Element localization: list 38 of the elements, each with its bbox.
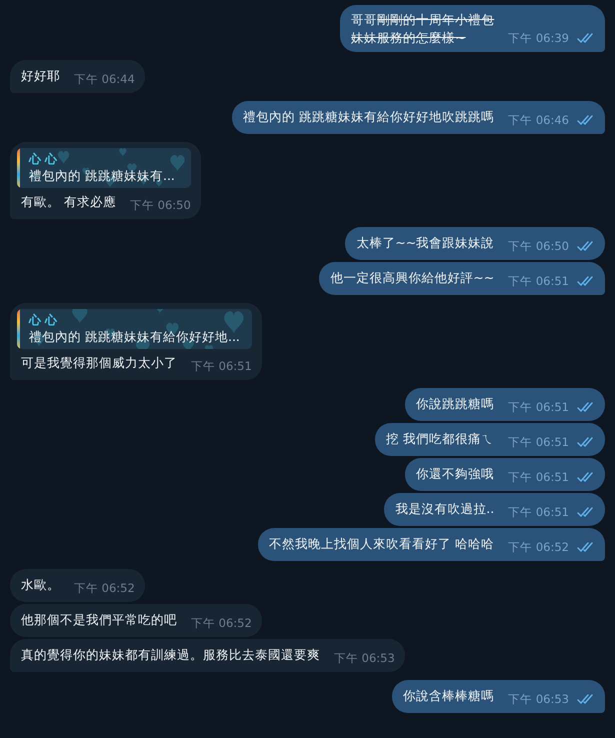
message-text: 不然我晚上找個人來吹看看好了 哈哈哈	[269, 535, 494, 553]
quote-text: 禮包內的 跳跳糖妹妹有...	[29, 167, 176, 185]
message-time: 下午 06:52	[74, 580, 135, 597]
message-text: 好好耶	[21, 67, 60, 85]
message-time: 下午 06:51	[508, 434, 569, 451]
quote-text: 禮包內的 跳跳糖妹妹有給你好好地...	[29, 328, 241, 346]
message-time: 下午 06:39	[508, 30, 569, 47]
message-text: 我是沒有吹過拉..	[395, 500, 494, 518]
message-text: 你說跳跳糖嗎	[416, 395, 494, 413]
message-time: 下午 06:46	[508, 112, 569, 129]
message-time: 下午 06:52	[191, 615, 252, 632]
message-text: 水歐。	[21, 576, 60, 594]
quote-author: 心 心	[29, 312, 58, 328]
message-time: 下午 06:44	[74, 71, 135, 88]
message-time: 下午 06:51	[508, 469, 569, 486]
message-time: 下午 06:50	[130, 197, 191, 214]
message-time: 下午 06:53	[334, 650, 395, 667]
message-time: 下午 06:52	[508, 539, 569, 556]
message-time: 下午 06:53	[508, 691, 569, 708]
message-time: 下午 06:51	[508, 504, 569, 521]
message-text: 他一定很高興你給他好評~~	[330, 269, 494, 287]
message-text: 哥哥剛剛的十周年小禮包 妹妹服務的怎麼樣~	[351, 11, 494, 47]
message-time: 下午 06:51	[508, 273, 569, 290]
reply-quote[interactable]: 心 心 禮包內的 跳跳糖妹妹有...	[17, 148, 191, 188]
reply-quote[interactable]: 心 心 禮包內的 跳跳糖妹妹有給你好好地...	[17, 309, 252, 349]
quote-author: 心 心	[29, 151, 58, 167]
message-text: 太棒了~~我會跟妹妹說	[356, 234, 494, 252]
message-text: 可是我覺得那個威力太小了	[21, 354, 177, 372]
message-text: 你說含棒棒糖嗎	[403, 687, 494, 705]
message-text: 你還不夠強哦	[416, 465, 494, 483]
message-text: 真的覺得你的妹妹都有訓練過。服務比去泰國還要爽	[21, 646, 320, 664]
message-text: 挖 我們吃都很痛ㄟ	[386, 430, 494, 448]
message-text: 有歐。 有求必應	[21, 193, 116, 211]
message-text: 他那個不是我們平常吃的吧	[21, 611, 177, 629]
message-time: 下午 06:50	[508, 238, 569, 255]
message-text: 禮包內的 跳跳糖妹妹有給你好好地吹跳跳嗎	[243, 108, 494, 126]
message-time: 下午 06:51	[508, 399, 569, 416]
message-time: 下午 06:51	[191, 358, 252, 375]
